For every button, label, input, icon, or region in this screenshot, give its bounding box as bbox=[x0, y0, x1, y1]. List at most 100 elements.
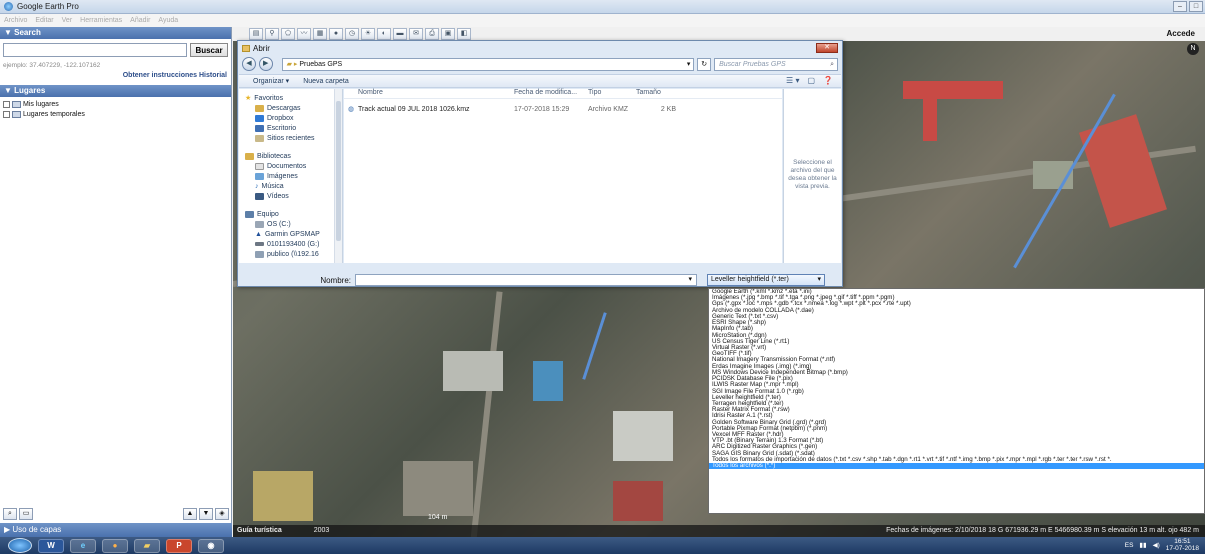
refresh-icon[interactable]: ↻ bbox=[697, 57, 712, 71]
view-options-icon[interactable]: ☰ ▾ bbox=[786, 76, 799, 85]
maximize-icon[interactable]: □ bbox=[1189, 1, 1203, 12]
organize-button[interactable]: Organizar ▾ bbox=[253, 77, 289, 85]
places-panel-header[interactable]: ▼ Lugares bbox=[0, 85, 231, 97]
word-icon[interactable]: W bbox=[38, 538, 64, 553]
nav-escritorio[interactable]: Escritorio bbox=[239, 123, 342, 133]
nav-label: Documentos bbox=[267, 162, 307, 170]
search-icon[interactable]: ⌕ bbox=[3, 508, 17, 520]
nav-garmin[interactable]: ▲ Garmin GPSMAP bbox=[239, 229, 342, 239]
ruler-icon[interactable]: ▬ bbox=[393, 28, 407, 40]
historical-year-label[interactable]: 2003 bbox=[314, 527, 330, 534]
sun-icon[interactable]: ☀ bbox=[361, 28, 375, 40]
file-name: Track actual 09 JUL 2018 1026.kmz bbox=[358, 105, 470, 113]
column-fecha[interactable]: Fecha de modifica... bbox=[514, 89, 588, 98]
help-icon[interactable]: ❓ bbox=[823, 76, 833, 85]
nav-descargas[interactable]: Descargas bbox=[239, 103, 342, 113]
nav-sitios-recientes[interactable]: Sitios recientes bbox=[239, 133, 342, 143]
nav-publico[interactable]: publico (\\192.16 bbox=[239, 249, 342, 259]
nav-bibliotecas[interactable]: Bibliotecas bbox=[239, 151, 342, 161]
compass-icon[interactable]: N bbox=[1187, 43, 1199, 55]
new-folder-button[interactable]: Nueva carpeta bbox=[303, 78, 349, 85]
close-icon[interactable]: ✕ bbox=[816, 43, 838, 53]
menu-editar[interactable]: Editar bbox=[35, 17, 53, 24]
checkbox[interactable] bbox=[3, 100, 10, 108]
nav-favorites[interactable]: ★ Favoritos bbox=[239, 93, 342, 103]
google-earth-taskbar-icon[interactable]: ◉ bbox=[198, 538, 224, 553]
planets-icon[interactable]: ◐ bbox=[377, 28, 391, 40]
column-nombre[interactable]: Nombre bbox=[344, 89, 514, 98]
path-icon[interactable]: 〰 bbox=[297, 28, 311, 40]
menu-herramientas[interactable]: Herramientas bbox=[80, 17, 122, 24]
chevron-down-icon[interactable]: ▾ bbox=[687, 59, 691, 70]
search-placeholder: Buscar Pruebas GPS bbox=[719, 60, 786, 68]
panel-toggle-icon[interactable]: ▭ bbox=[19, 508, 33, 520]
polygon-icon[interactable]: ⬠ bbox=[281, 28, 295, 40]
overlay-icon[interactable]: ▦ bbox=[313, 28, 327, 40]
ie-icon[interactable]: e bbox=[70, 538, 96, 553]
forward-icon[interactable]: ▶ bbox=[258, 57, 273, 71]
network-icon[interactable]: ▮▮ bbox=[1139, 541, 1146, 549]
column-tipo[interactable]: Tipo bbox=[588, 89, 636, 98]
menu-archivo[interactable]: Archivo bbox=[4, 17, 27, 24]
directions-link[interactable]: Obtener instrucciones bbox=[123, 72, 197, 79]
search-button[interactable]: Buscar bbox=[190, 43, 228, 57]
tree-item-mis-lugares[interactable]: Mis lugares bbox=[0, 99, 231, 109]
explorer-icon[interactable]: ▰ bbox=[134, 538, 160, 553]
back-icon[interactable]: ◀ bbox=[242, 57, 256, 71]
record-tour-icon[interactable]: ● bbox=[329, 28, 343, 40]
chevron-down-icon[interactable]: ▾ bbox=[688, 275, 692, 285]
tree-item-lugares-temporales[interactable]: Lugares temporales bbox=[0, 109, 231, 119]
file-type-dropdown-list[interactable]: Google Earth (*.kml *.kmz *.eta *.ini) I… bbox=[708, 288, 1205, 514]
print-icon[interactable]: ⎙ bbox=[425, 28, 439, 40]
clock[interactable]: 16:51 17-07-2018 bbox=[1166, 538, 1199, 552]
nav-imagenes[interactable]: Imágenes bbox=[239, 171, 342, 181]
dialog-search-input[interactable]: Buscar Pruebas GPS ⌕ bbox=[714, 57, 839, 71]
file-name-input[interactable]: ▾ bbox=[355, 274, 697, 286]
history-link[interactable]: Historial bbox=[199, 72, 227, 79]
layers-icon[interactable]: ◈ bbox=[215, 508, 229, 520]
nav-videos[interactable]: Vídeos bbox=[239, 191, 342, 201]
move-down-icon[interactable]: ▼ bbox=[199, 508, 213, 520]
layers-panel-header[interactable]: ▶ Uso de capas bbox=[0, 523, 232, 537]
powerpoint-icon[interactable]: P bbox=[166, 538, 192, 553]
nav-dropbox[interactable]: Dropbox bbox=[239, 113, 342, 123]
historical-imagery-icon[interactable]: ◷ bbox=[345, 28, 359, 40]
menu-ver[interactable]: Ver bbox=[62, 17, 73, 24]
media-player-icon[interactable]: ● bbox=[102, 538, 128, 553]
address-bar[interactable]: ▰ ▸ Pruebas GPS ▾ bbox=[281, 57, 695, 71]
chevron-down-icon[interactable]: ▾ bbox=[817, 275, 821, 285]
nav-label: Sitios recientes bbox=[267, 134, 315, 142]
sign-in-button[interactable]: Accede bbox=[1103, 28, 1201, 40]
file-type-option-selected[interactable]: Todos los archivos (*.*) bbox=[709, 462, 1204, 470]
maps-icon[interactable]: ◧ bbox=[457, 28, 471, 40]
nav-musica[interactable]: ♪ Música bbox=[239, 181, 342, 191]
search-input[interactable] bbox=[3, 43, 187, 57]
nav-label: Música bbox=[261, 182, 284, 190]
preview-pane-icon[interactable]: ▢ bbox=[807, 76, 815, 85]
nav-documentos[interactable]: Documentos bbox=[239, 161, 342, 171]
tour-guide-label[interactable]: Guía turística bbox=[237, 527, 282, 534]
nav-equipo[interactable]: Equipo bbox=[239, 209, 342, 219]
file-row[interactable]: ◍ Track actual 09 JUL 2018 1026.kmz 17-0… bbox=[344, 103, 782, 115]
search-panel-header[interactable]: ▼ Search bbox=[0, 27, 231, 39]
sidebar-toggle-icon[interactable]: ▤ bbox=[249, 28, 263, 40]
placemark-icon[interactable]: ⚲ bbox=[265, 28, 279, 40]
minimize-icon[interactable]: – bbox=[1173, 1, 1187, 12]
file-name-row: Nombre: ▾ Leveller heightfield (*.ter) ▾ bbox=[239, 273, 841, 287]
menu-anadir[interactable]: Añadir bbox=[130, 17, 150, 24]
checkbox[interactable] bbox=[3, 110, 10, 118]
file-type-select[interactable]: Leveller heightfield (*.ter) ▾ bbox=[707, 274, 825, 286]
menu-ayuda[interactable]: Ayuda bbox=[158, 17, 178, 24]
language-icon[interactable]: ES bbox=[1125, 542, 1134, 549]
scroll-thumb[interactable] bbox=[336, 101, 341, 241]
nav-os-c[interactable]: OS (C:) bbox=[239, 219, 342, 229]
email-icon[interactable]: ✉ bbox=[409, 28, 423, 40]
folder-icon bbox=[12, 110, 21, 118]
nav-scrollbar[interactable] bbox=[334, 89, 342, 263]
start-button[interactable] bbox=[8, 538, 32, 553]
move-up-icon[interactable]: ▲ bbox=[183, 508, 197, 520]
volume-icon[interactable]: ◀) bbox=[1153, 541, 1160, 549]
save-image-icon[interactable]: ▣ bbox=[441, 28, 455, 40]
column-tamano[interactable]: Tamaño bbox=[636, 89, 676, 98]
nav-drive-g[interactable]: 0101193400 (G:) bbox=[239, 239, 342, 249]
